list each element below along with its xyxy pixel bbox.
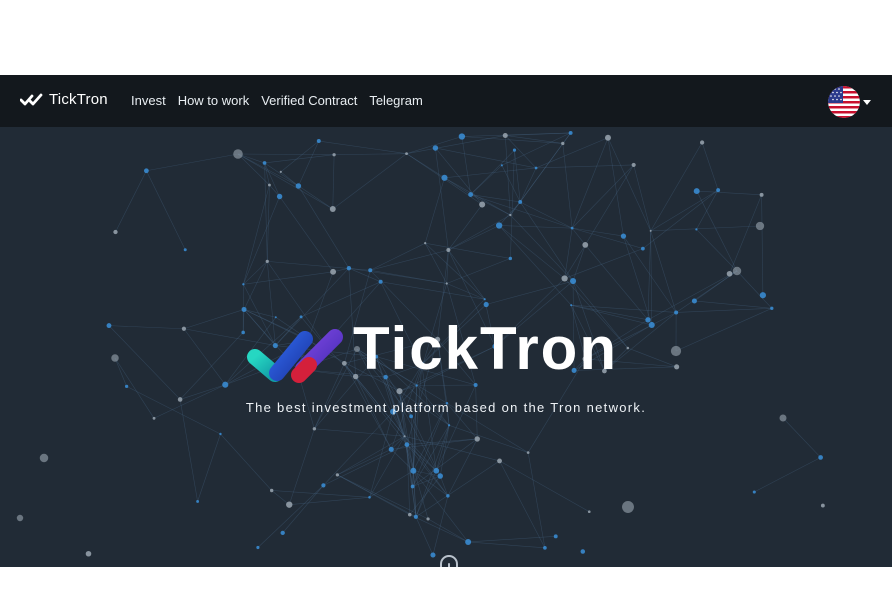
navbar: TickTron Invest How to work Verified Con… [0, 75, 892, 127]
hero-title: TickTron [353, 315, 618, 382]
mouse-scroll-icon[interactable] [440, 555, 458, 567]
nav-links: Invest How to work Verified Contract Tel… [131, 93, 423, 108]
brand-name: TickTron [49, 91, 108, 108]
hero-section: TickTron The best investment platform ba… [0, 127, 892, 567]
nav-link-how-to-work[interactable]: How to work [178, 93, 250, 108]
language-selector[interactable] [828, 86, 871, 118]
brand-logo-link[interactable]: TickTron [20, 91, 108, 108]
nav-link-verified-contract[interactable]: Verified Contract [261, 93, 357, 108]
us-flag-icon [828, 86, 860, 118]
hero-subtitle: The best investment platform based on th… [245, 400, 647, 415]
nav-link-telegram[interactable]: Telegram [369, 93, 422, 108]
chevron-down-icon [863, 99, 871, 105]
nav-link-invest[interactable]: Invest [131, 93, 166, 108]
checkmark-logo-icon [20, 93, 43, 105]
ticktron-logo-icon [247, 329, 343, 383]
mouse-wheel [448, 563, 450, 567]
page-frame: TickTron Invest How to work Verified Con… [0, 75, 892, 567]
